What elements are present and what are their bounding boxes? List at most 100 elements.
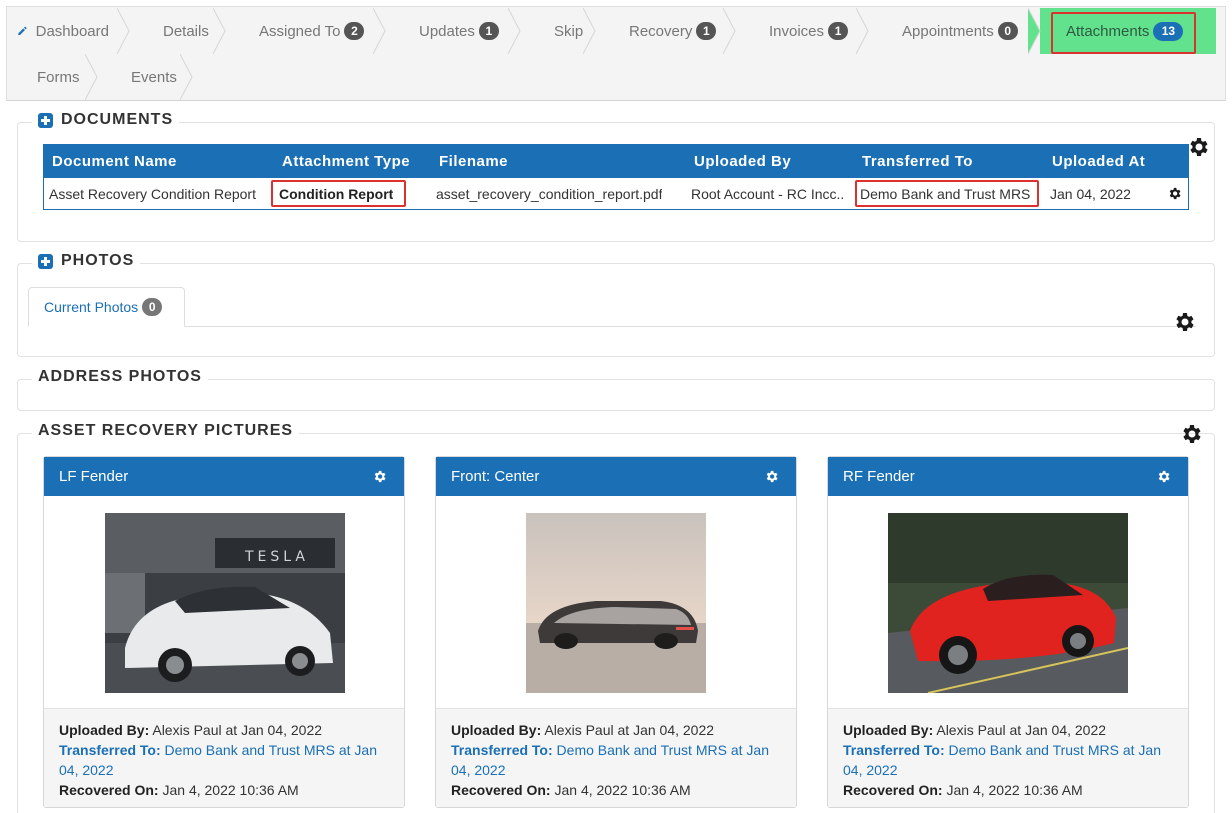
transferred-to-label: Transferred To: [59, 742, 161, 758]
tab-label: Invoices [769, 22, 825, 40]
card-footer: Uploaded By: Alexis Paul at Jan 04, 2022… [44, 708, 404, 807]
tab-updates[interactable]: Updates 1 [385, 8, 521, 54]
tab-label: Attachments [1066, 22, 1150, 40]
card-settings-gear-icon[interactable] [764, 469, 779, 484]
documents-table: Document Name Attachment Type Filename U… [43, 144, 1189, 210]
address-photos-title: ADDRESS PHOTOS [38, 368, 202, 385]
recovered-on-line: Recovered On: Jan 4, 2022 10:36 AM [451, 780, 781, 800]
chevron-separator [508, 8, 521, 54]
tab-label: Events [131, 68, 177, 86]
tab-label: Appointments [902, 22, 994, 40]
expand-plus-icon[interactable] [38, 112, 53, 128]
transferred-to-link[interactable]: Transferred To: Demo Bank and Trust MRS … [451, 740, 781, 780]
documents-title: DOCUMENTS [61, 111, 174, 128]
chevron-separator [117, 8, 130, 54]
recovered-on-line: Recovered On: Jan 4, 2022 10:36 AM [843, 780, 1173, 800]
tab-attachments[interactable]: Attachments 13 [1040, 8, 1216, 54]
vehicle-photo[interactable] [526, 513, 706, 693]
expand-plus-icon[interactable] [38, 253, 53, 269]
photos-settings-gear-icon[interactable] [1172, 310, 1196, 334]
card-settings-gear-icon[interactable] [1156, 469, 1171, 484]
uploaded-by-line: Uploaded By: Alexis Paul at Jan 04, 2022 [843, 720, 1173, 740]
uploaded-by-value: Alexis Paul at Jan 04, 2022 [936, 722, 1107, 738]
chevron-separator [373, 8, 386, 54]
tab-recovery[interactable]: Recovery 1 [595, 8, 736, 54]
tab-label: Forms [37, 68, 80, 86]
transferred-to-label: Transferred To: [843, 742, 945, 758]
vehicle-photo[interactable]: TESLA [105, 513, 345, 693]
vehicle-photo[interactable] [888, 513, 1128, 693]
tab-dashboard[interactable]: Dashboard [7, 8, 130, 54]
uploaded-by-line: Uploaded By: Alexis Paul at Jan 04, 2022 [451, 720, 781, 740]
asset-pictures-legend: ASSET RECOVERY PICTURES [32, 422, 300, 440]
card-title: Front: Center [451, 468, 540, 485]
cell-transferred-to: Demo Bank and Trust MRS [860, 185, 1031, 202]
photos-legend: PHOTOS [32, 252, 141, 270]
documents-settings-gear-icon[interactable] [1186, 135, 1210, 159]
nav-row-1: Dashboard Details Assigned To 2 Updates … [7, 8, 1216, 54]
transferred-to-link[interactable]: Transferred To: Demo Bank and Trust MRS … [59, 740, 389, 780]
uploaded-by-label: Uploaded By: [59, 722, 150, 738]
tab-events[interactable]: Events [97, 54, 193, 100]
cell-document-name: Asset Recovery Condition Report [49, 185, 256, 202]
col-filename[interactable]: Filename [439, 153, 508, 170]
tab-label: Current Photos [44, 299, 139, 315]
card-settings-gear-icon[interactable] [372, 469, 387, 484]
card-header: LF Fender [44, 457, 404, 496]
chevron-separator [583, 8, 596, 54]
tab-label: Skip [554, 22, 584, 40]
chevron-separator [723, 8, 736, 54]
tab-label: Details [163, 22, 209, 40]
table-header: Document Name Attachment Type Filename U… [44, 145, 1188, 178]
cell-attachment-type: Condition Report [279, 185, 394, 202]
uploaded-by-line: Uploaded By: Alexis Paul at Jan 04, 2022 [59, 720, 389, 740]
row-settings-gear-icon[interactable] [1167, 186, 1182, 201]
col-uploaded-by[interactable]: Uploaded By [694, 153, 791, 170]
tab-appointments[interactable]: Appointments 0 [868, 8, 1041, 54]
recovered-on-line: Recovered On: Jan 4, 2022 10:36 AM [59, 780, 389, 800]
photo-card: RF Fender Uploaded By: Alexis Paul at Ja… [827, 456, 1189, 808]
card-footer: Uploaded By: Alexis Paul at Jan 04, 2022… [828, 708, 1188, 807]
count-badge: 1 [828, 22, 849, 40]
documents-legend: DOCUMENTS [32, 111, 180, 129]
col-document-name[interactable]: Document Name [52, 153, 177, 170]
photos-tab-bar: Current Photos 0 [28, 287, 1196, 327]
chevron-separator [213, 8, 226, 54]
chevron-separator [85, 54, 98, 100]
recovered-on-value: Jan 4, 2022 10:36 AM [162, 782, 299, 798]
tab-invoices[interactable]: Invoices 1 [735, 8, 869, 54]
cell-filename[interactable]: asset_recovery_condition_report.pdf [436, 186, 662, 202]
uploaded-by-value: Alexis Paul at Jan 04, 2022 [544, 722, 715, 738]
address-photos-legend: ADDRESS PHOTOS [32, 368, 208, 386]
tab-current-photos[interactable]: Current Photos 0 [28, 287, 185, 327]
count-badge: 1 [696, 22, 717, 40]
asset-pictures-title: ASSET RECOVERY PICTURES [38, 422, 294, 439]
tab-label: Recovery [629, 22, 693, 40]
recovered-on-label: Recovered On: [59, 782, 159, 798]
transferred-to-link[interactable]: Transferred To: Demo Bank and Trust MRS … [843, 740, 1173, 780]
uploaded-by-label: Uploaded By: [843, 722, 934, 738]
asset-pictures-settings-gear-icon[interactable] [1179, 422, 1203, 446]
tab-label: Dashboard [35, 22, 109, 40]
recovered-on-label: Recovered On: [451, 782, 551, 798]
table-row[interactable]: Asset Recovery Condition Report Conditio… [44, 178, 1188, 209]
photo-card: Front: Center Uploaded By: Alexis Paul a… [435, 456, 797, 808]
chevron-separator [1028, 8, 1041, 54]
recovered-on-value: Jan 4, 2022 10:36 AM [946, 782, 1083, 798]
col-uploaded-at[interactable]: Uploaded At [1052, 153, 1145, 170]
card-title: RF Fender [843, 468, 915, 485]
card-title: LF Fender [59, 468, 129, 485]
count-badge: 2 [344, 22, 365, 40]
card-header: Front: Center [436, 457, 796, 496]
recovered-on-value: Jan 4, 2022 10:36 AM [554, 782, 691, 798]
count-badge: 0 [997, 22, 1018, 40]
col-attachment-type[interactable]: Attachment Type [282, 153, 410, 170]
tab-forms[interactable]: Forms [7, 54, 98, 100]
tab-assigned-to[interactable]: Assigned To 2 [225, 8, 386, 54]
transferred-to-label: Transferred To: [451, 742, 553, 758]
tab-details[interactable]: Details [129, 8, 226, 54]
svg-text:TESLA: TESLA [244, 549, 309, 565]
uploaded-by-value: Alexis Paul at Jan 04, 2022 [152, 722, 323, 738]
uploaded-by-label: Uploaded By: [451, 722, 542, 738]
col-transferred-to[interactable]: Transferred To [862, 153, 973, 170]
